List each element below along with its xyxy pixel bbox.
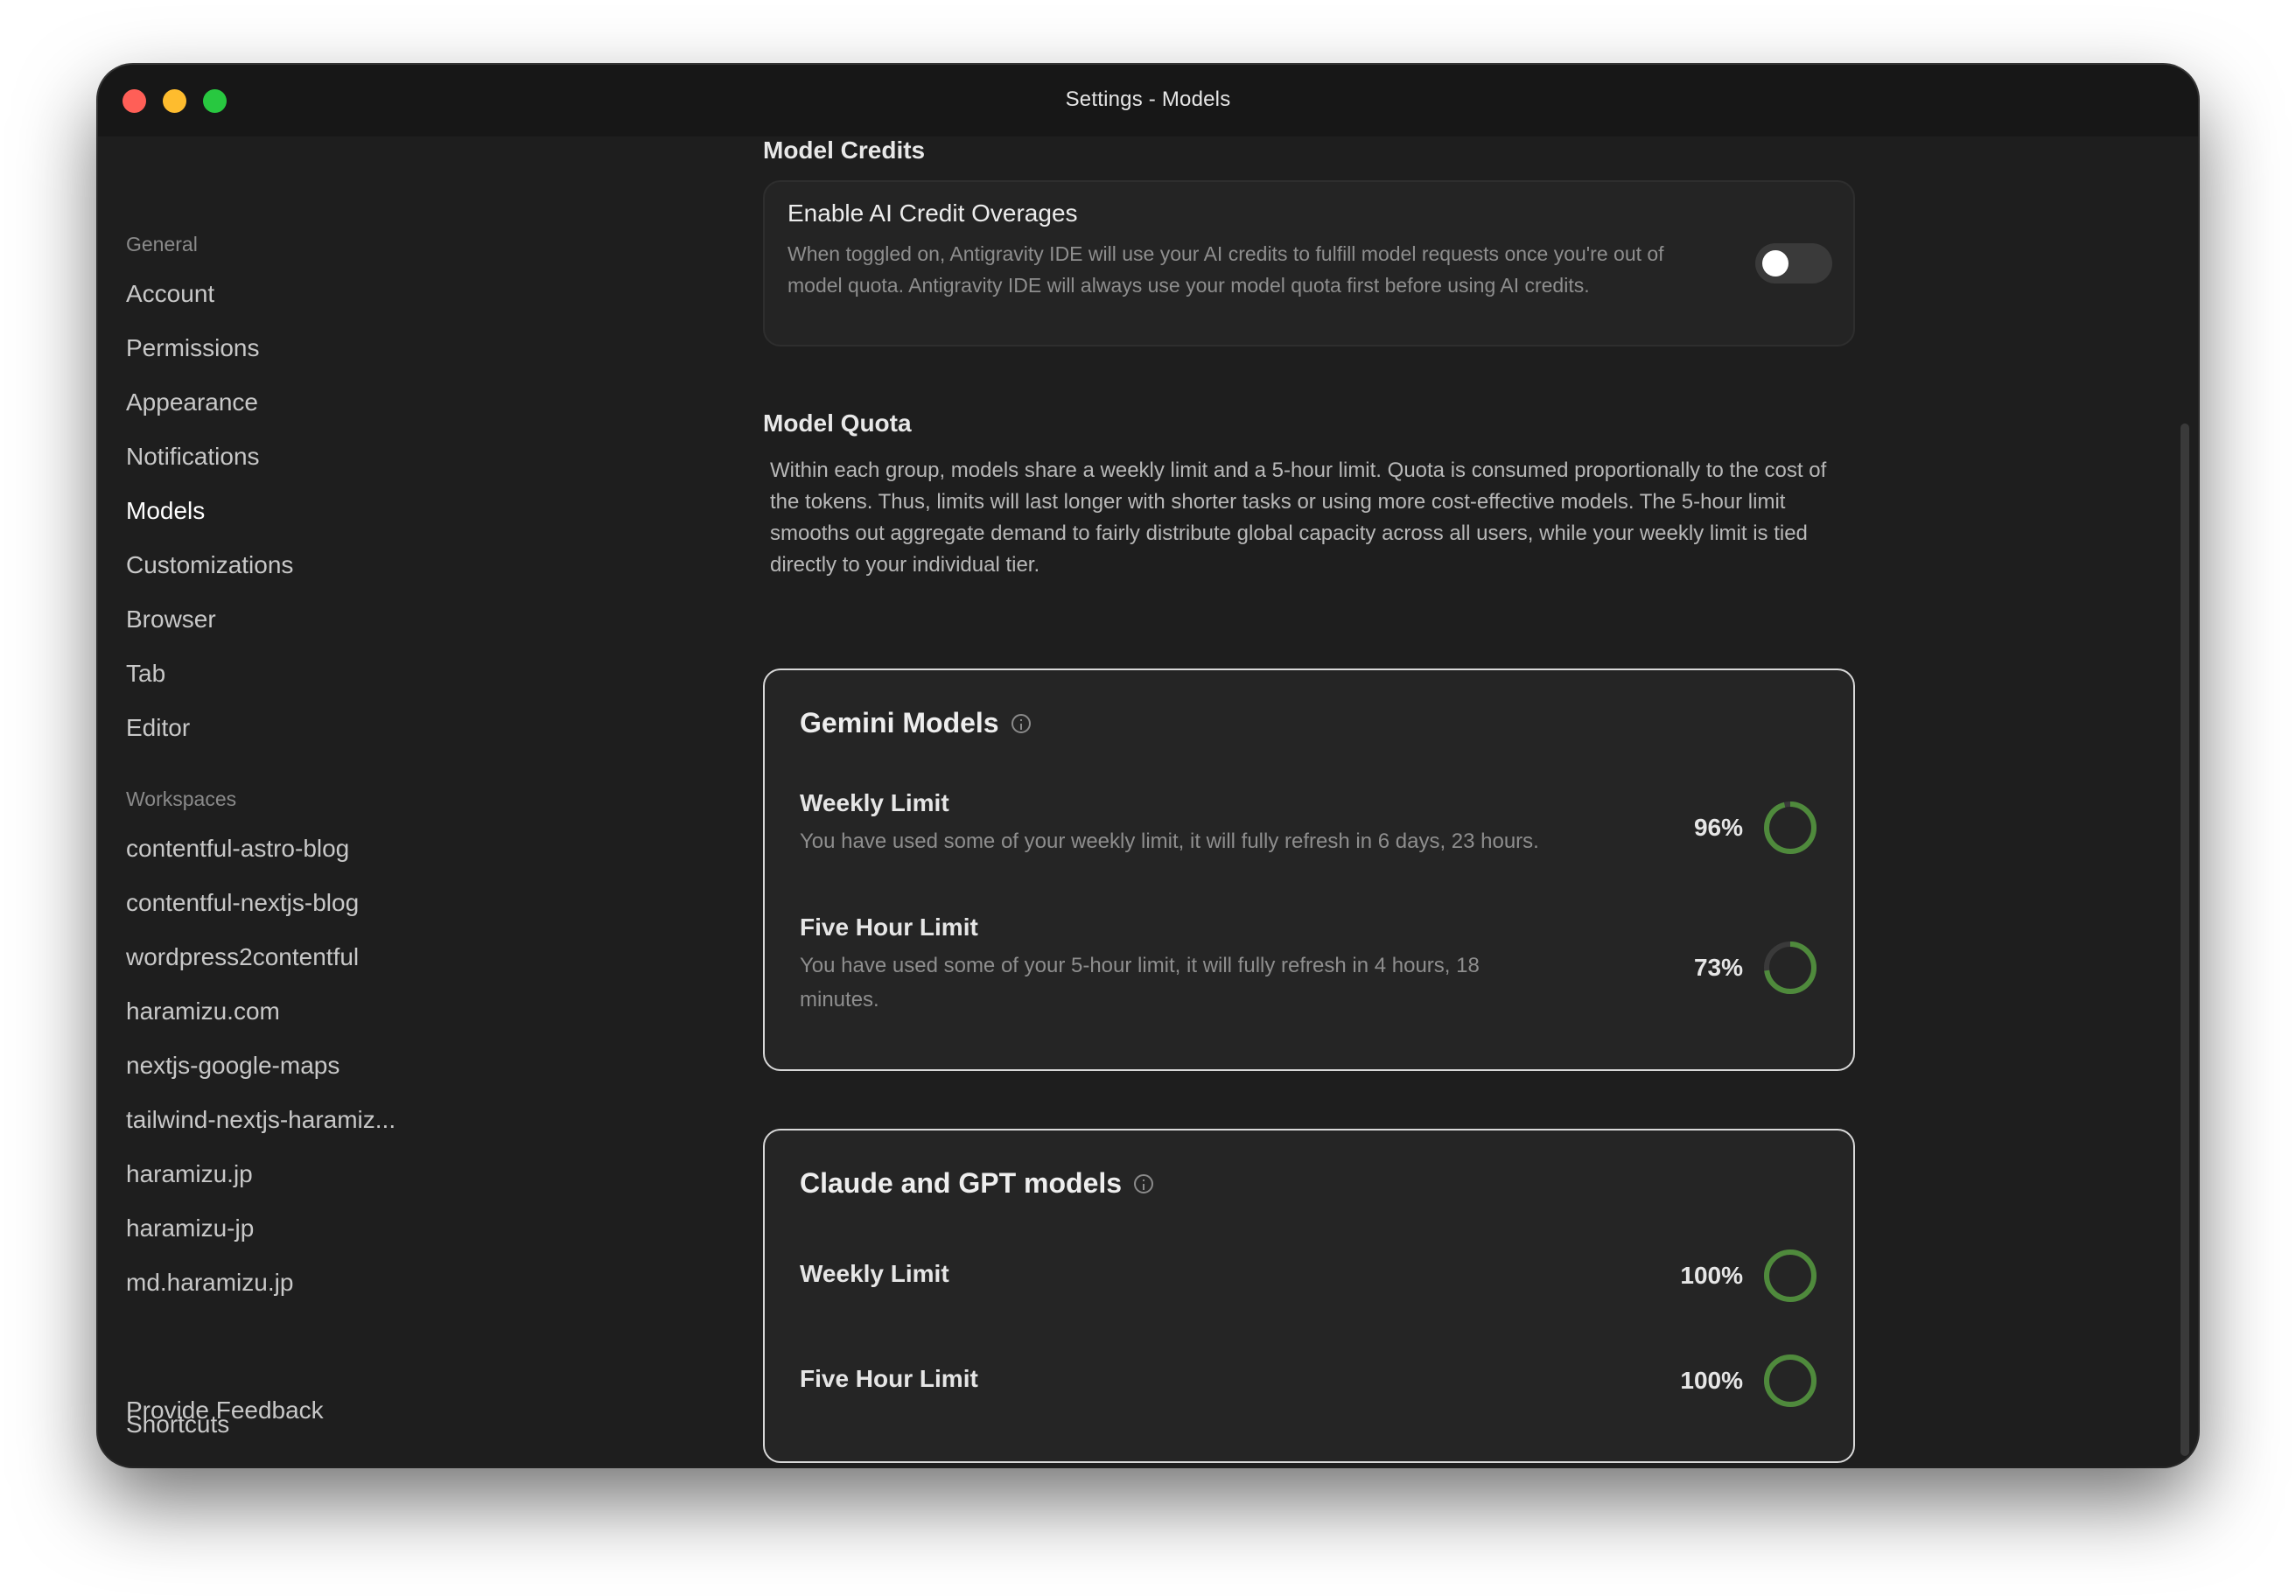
progress-ring-fill xyxy=(1764,802,1816,854)
five-hour-limit-percent: 73% xyxy=(1693,954,1743,981)
progress-ring-fill xyxy=(1764,1354,1816,1407)
progress-ring-fill xyxy=(1764,1250,1816,1302)
model-credits-heading: Model Credits xyxy=(763,136,926,164)
info-icon[interactable] xyxy=(1134,1173,1154,1194)
weekly-limit-percent: 100% xyxy=(1680,1262,1743,1289)
sidebar-item-customizations[interactable]: Customizations xyxy=(126,551,293,579)
toggle-knob xyxy=(1762,250,1788,276)
sidebar-item-appearance[interactable]: Appearance xyxy=(126,388,258,416)
model-quota-description: Within each group, models share a weekly… xyxy=(770,458,1827,577)
five-hour-limit-progress-ring xyxy=(1764,1354,1816,1407)
claude-gpt-models-card: Claude and GPT models Weekly Limit 100% … xyxy=(763,1129,1855,1463)
weekly-limit-percent: 96% xyxy=(1693,814,1743,841)
sidebar-item-tab[interactable]: Tab xyxy=(126,660,165,688)
sidebar-item-permissions[interactable]: Permissions xyxy=(126,334,259,362)
five-hour-limit-title: Five Hour Limit xyxy=(800,1365,978,1392)
weekly-limit-description: You have used some of your weekly limit,… xyxy=(800,830,1539,853)
sidebar-workspace-item[interactable]: contentful-nextjs-blog xyxy=(126,889,359,917)
sidebar: General Account Permissions Appearance N… xyxy=(98,136,710,1466)
weekly-limit-title: Weekly Limit xyxy=(800,789,949,816)
settings-window: Settings - Models General Account Permis… xyxy=(98,65,2198,1466)
weekly-limit-progress-ring xyxy=(1764,802,1816,854)
group-title-text: Gemini Models xyxy=(800,707,999,738)
sidebar-item-models[interactable]: Models xyxy=(126,497,205,525)
sidebar-item-account[interactable]: Account xyxy=(126,280,214,308)
weekly-limit-title: Weekly Limit xyxy=(800,1260,949,1287)
content-scrollbar[interactable] xyxy=(2180,424,2189,1456)
five-hour-limit-description: You have used some of your 5-hour limit,… xyxy=(800,954,1480,1012)
sidebar-workspace-item[interactable]: haramizu.jp xyxy=(126,1160,253,1188)
sidebar-workspace-item[interactable]: nextjs-google-maps xyxy=(126,1052,340,1080)
five-hour-limit-progress-ring xyxy=(1764,942,1816,994)
credit-overages-toggle[interactable] xyxy=(1755,243,1832,284)
sidebar-section-general: General xyxy=(126,233,198,256)
credit-overages-description: When toggled on, Antigravity IDE will us… xyxy=(788,242,1664,297)
five-hour-limit-percent: 100% xyxy=(1680,1367,1743,1394)
sidebar-item-provide-feedback[interactable]: Provide Feedback xyxy=(126,1396,324,1424)
sidebar-workspace-item[interactable]: md.haramizu.jp xyxy=(126,1269,293,1297)
model-quota-heading: Model Quota xyxy=(763,410,912,437)
sidebar-item-browser[interactable]: Browser xyxy=(126,606,216,634)
window-title: Settings - Models xyxy=(1065,88,1231,111)
credit-overages-title: Enable AI Credit Overages xyxy=(788,200,1078,227)
weekly-limit-progress-ring xyxy=(1764,1250,1816,1302)
sidebar-workspace-item[interactable]: haramizu.com xyxy=(126,998,280,1026)
group-title-text: Claude and GPT models xyxy=(800,1167,1123,1199)
group-title: Gemini Models xyxy=(800,707,1031,739)
credit-overages-card: Enable AI Credit Overages When toggled o… xyxy=(763,180,1855,346)
gemini-models-card: Gemini Models Weekly Limit You have used… xyxy=(763,668,1855,1071)
sidebar-workspace-item[interactable]: haramizu-jp xyxy=(126,1214,254,1242)
sidebar-workspace-item[interactable]: contentful-astro-blog xyxy=(126,835,349,863)
title-bar: Settings - Models xyxy=(98,65,2198,136)
group-title: Claude and GPT models xyxy=(800,1167,1154,1200)
sidebar-workspace-item[interactable]: wordpress2contentful xyxy=(126,943,359,971)
five-hour-limit-title: Five Hour Limit xyxy=(800,914,978,941)
sidebar-workspace-item[interactable]: tailwind-nextjs-haramiz... xyxy=(126,1106,396,1134)
sidebar-item-notifications[interactable]: Notifications xyxy=(126,443,260,471)
sidebar-item-editor[interactable]: Editor xyxy=(126,714,190,742)
info-icon[interactable] xyxy=(1011,713,1031,733)
sidebar-section-workspaces: Workspaces xyxy=(126,788,237,810)
settings-content: Model Credits Enable AI Credit Overages … xyxy=(763,136,1883,1466)
